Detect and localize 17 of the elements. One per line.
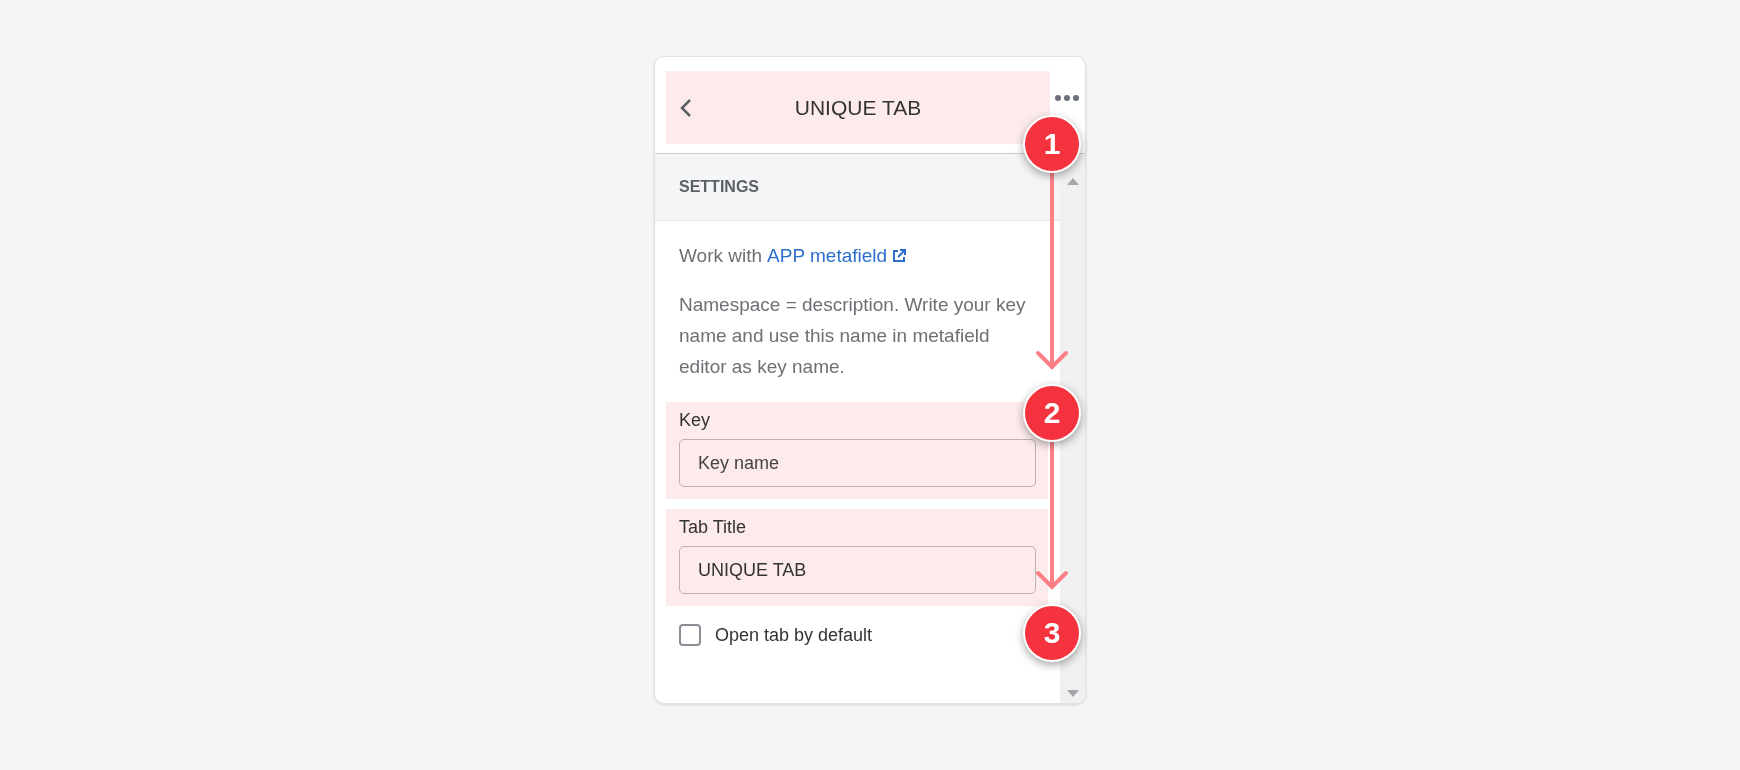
- panel-title: UNIQUE TAB: [793, 95, 923, 120]
- more-icon[interactable]: [1055, 95, 1079, 101]
- description-text: Namespace = description. Write your key name and use this name in metafield editor as key name.: [679, 293, 1027, 379]
- checkbox-label: Open tab by default: [715, 624, 873, 646]
- scroll-up-icon[interactable]: [1066, 178, 1079, 185]
- external-link-icon: [892, 249, 907, 263]
- section-title: SETTINGS: [679, 178, 759, 196]
- intro-text: Work with: [679, 245, 763, 267]
- field-label: Key: [679, 410, 712, 431]
- back-icon: [680, 97, 692, 118]
- metafield-link[interactable]: APP metafield: [767, 245, 907, 267]
- text-field[interactable]: UNIQUE TAB: [679, 546, 1036, 594]
- checkbox[interactable]: [679, 624, 701, 646]
- step-badge: 3: [1023, 604, 1081, 662]
- text-field[interactable]: Key name: [679, 439, 1036, 487]
- field-label: Tab Title: [679, 517, 748, 538]
- scroll-down-icon[interactable]: [1066, 690, 1079, 697]
